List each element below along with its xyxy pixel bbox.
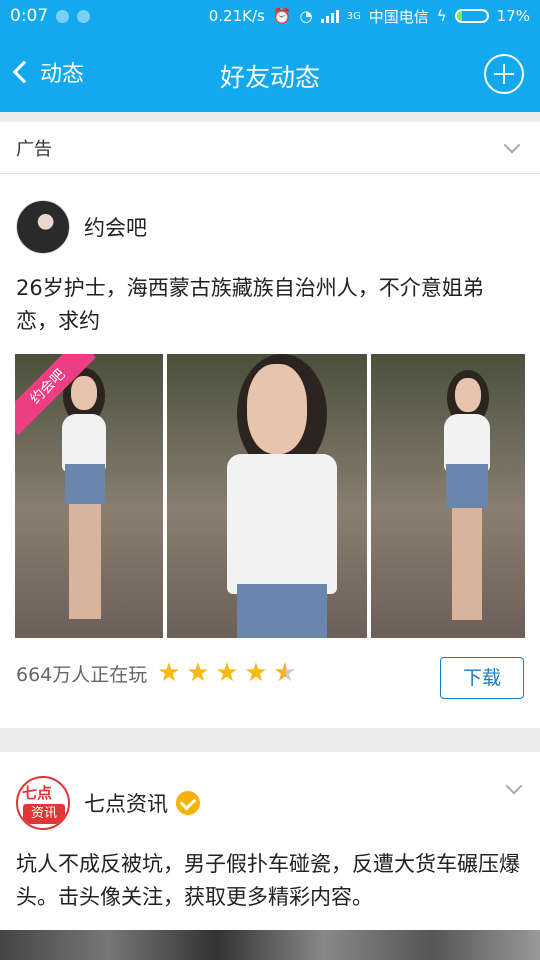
author-name[interactable]: 约会吧: [84, 212, 147, 242]
carrier-name: 中国电信: [368, 7, 429, 26]
ad-label: 广告: [16, 138, 52, 160]
notification-icon: [77, 9, 91, 23]
post-author[interactable]: 七点 资讯 七点资讯: [16, 776, 200, 830]
post-text: 坑人不成反被坑，男子假扑车碰瓷，反遭大货车碾压爆头。击头像关注，获取更多精彩内容…: [16, 852, 520, 909]
star-icon: ★: [215, 658, 239, 688]
post-text: 26岁护士，海西蒙古族藏族自治州人，不介意姐弟恋，求约: [16, 276, 484, 333]
signal-icon: [320, 9, 339, 23]
battery-fill: [456, 11, 462, 21]
wifi-icon: ◔: [299, 7, 313, 25]
star-icon: ★: [273, 660, 298, 686]
rating-stars: ★ ★ ★ ★ ★: [157, 658, 298, 688]
post-photo[interactable]: 约会吧: [15, 354, 163, 638]
avatar-text: 七点: [22, 784, 53, 802]
avatar[interactable]: [16, 200, 70, 254]
charging-icon: ϟ: [436, 7, 447, 25]
post-photo[interactable]: [371, 354, 525, 638]
player-count: 664万人正在玩: [16, 664, 148, 686]
chevron-down-icon[interactable]: [505, 777, 523, 795]
post-author[interactable]: 约会吧: [16, 200, 147, 254]
ad-post-card[interactable]: 广告 约会吧 26岁护士，海西蒙古族藏族自治州人，不介意姐弟恋，求约 约会吧 6…: [0, 122, 540, 728]
post-photo[interactable]: [167, 354, 367, 638]
add-post-button[interactable]: [484, 54, 524, 94]
network-type: 3G: [346, 10, 361, 22]
chevron-down-icon[interactable]: [503, 136, 521, 153]
nav-bar: 动态 好友动态: [0, 32, 540, 112]
avatar[interactable]: 七点 资讯: [16, 776, 70, 830]
notification-icon: [56, 9, 70, 23]
battery-percent: 17%: [496, 7, 530, 25]
news-post-card[interactable]: 七点 资讯 七点资讯 坑人不成反被坑，男子假扑车碰瓷，反遭大货车碾压爆头。击头像…: [0, 752, 540, 960]
app-stats: 664万人正在玩 ★ ★ ★ ★ ★: [16, 660, 298, 687]
post-image[interactable]: [0, 930, 540, 960]
avatar-text: 资讯: [23, 804, 65, 824]
photo-grid: 约会吧: [15, 354, 525, 638]
network-speed: 0.21K/s: [208, 7, 265, 25]
verified-icon: [176, 791, 200, 815]
page-title: 好友动态: [219, 63, 320, 92]
status-time: 0:07: [10, 6, 49, 26]
star-icon: ★: [186, 658, 210, 688]
star-icon: ★: [244, 658, 268, 688]
star-icon: ★: [157, 658, 181, 688]
battery-icon: [454, 9, 489, 23]
author-name[interactable]: 七点资讯: [84, 788, 168, 818]
ad-header: 广告: [0, 122, 540, 174]
download-button[interactable]: 下载: [440, 657, 524, 699]
alarm-icon: ⏰: [272, 7, 292, 25]
status-bar: 0:07 0.21K/s ⏰ ◔ 3G 中国电信 ϟ 17%: [0, 0, 540, 32]
